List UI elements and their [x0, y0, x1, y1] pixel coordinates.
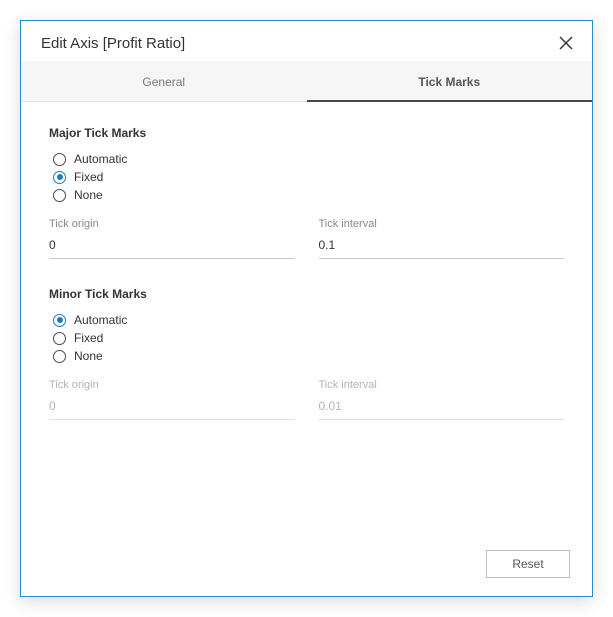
major-tick-interval-input[interactable] — [319, 234, 565, 259]
major-radio-none[interactable]: None — [53, 188, 564, 202]
radio-icon — [53, 171, 66, 184]
major-radio-automatic[interactable]: Automatic — [53, 152, 564, 166]
minor-radio-group: Automatic Fixed None — [53, 313, 564, 363]
close-icon — [559, 36, 573, 50]
tab-tick-marks[interactable]: Tick Marks — [307, 61, 593, 101]
tab-general-label: General — [142, 75, 185, 89]
minor-radio-fixed[interactable]: Fixed — [53, 331, 564, 345]
radio-icon — [53, 350, 66, 363]
radio-label: None — [74, 349, 103, 363]
field-label: Tick interval — [319, 379, 565, 391]
tab-general[interactable]: General — [21, 61, 307, 101]
major-field-row: Tick origin Tick interval — [49, 218, 564, 259]
titlebar: Edit Axis [Profit Ratio] — [21, 21, 592, 61]
minor-heading: Minor Tick Marks — [49, 287, 564, 301]
tab-tick-marks-label: Tick Marks — [418, 75, 480, 89]
field-label: Tick interval — [319, 218, 565, 230]
dialog-footer: Reset — [21, 538, 592, 596]
dialog-title: Edit Axis [Profit Ratio] — [41, 35, 185, 52]
minor-tick-origin-input — [49, 395, 295, 420]
major-radio-fixed[interactable]: Fixed — [53, 170, 564, 184]
edit-axis-dialog: Edit Axis [Profit Ratio] General Tick Ma… — [20, 20, 593, 597]
radio-icon — [53, 332, 66, 345]
radio-label: Fixed — [74, 331, 103, 345]
radio-label: None — [74, 188, 103, 202]
minor-field-row: Tick origin Tick interval — [49, 379, 564, 420]
tab-bar: General Tick Marks — [21, 61, 592, 102]
radio-icon — [53, 189, 66, 202]
radio-label: Automatic — [74, 313, 127, 327]
major-tick-origin-input[interactable] — [49, 234, 295, 259]
radio-label: Automatic — [74, 152, 127, 166]
major-radio-group: Automatic Fixed None — [53, 152, 564, 202]
minor-tick-interval-field: Tick interval — [319, 379, 565, 420]
minor-tick-origin-field: Tick origin — [49, 379, 295, 420]
dialog-content: Major Tick Marks Automatic Fixed None Ti… — [21, 102, 592, 538]
radio-icon — [53, 314, 66, 327]
major-heading: Major Tick Marks — [49, 126, 564, 140]
radio-icon — [53, 153, 66, 166]
minor-radio-none[interactable]: None — [53, 349, 564, 363]
minor-radio-automatic[interactable]: Automatic — [53, 313, 564, 327]
major-tick-origin-field: Tick origin — [49, 218, 295, 259]
reset-button[interactable]: Reset — [486, 550, 570, 578]
minor-tick-interval-input — [319, 395, 565, 420]
radio-label: Fixed — [74, 170, 103, 184]
field-label: Tick origin — [49, 379, 295, 391]
major-tick-interval-field: Tick interval — [319, 218, 565, 259]
close-button[interactable] — [556, 33, 576, 53]
field-label: Tick origin — [49, 218, 295, 230]
